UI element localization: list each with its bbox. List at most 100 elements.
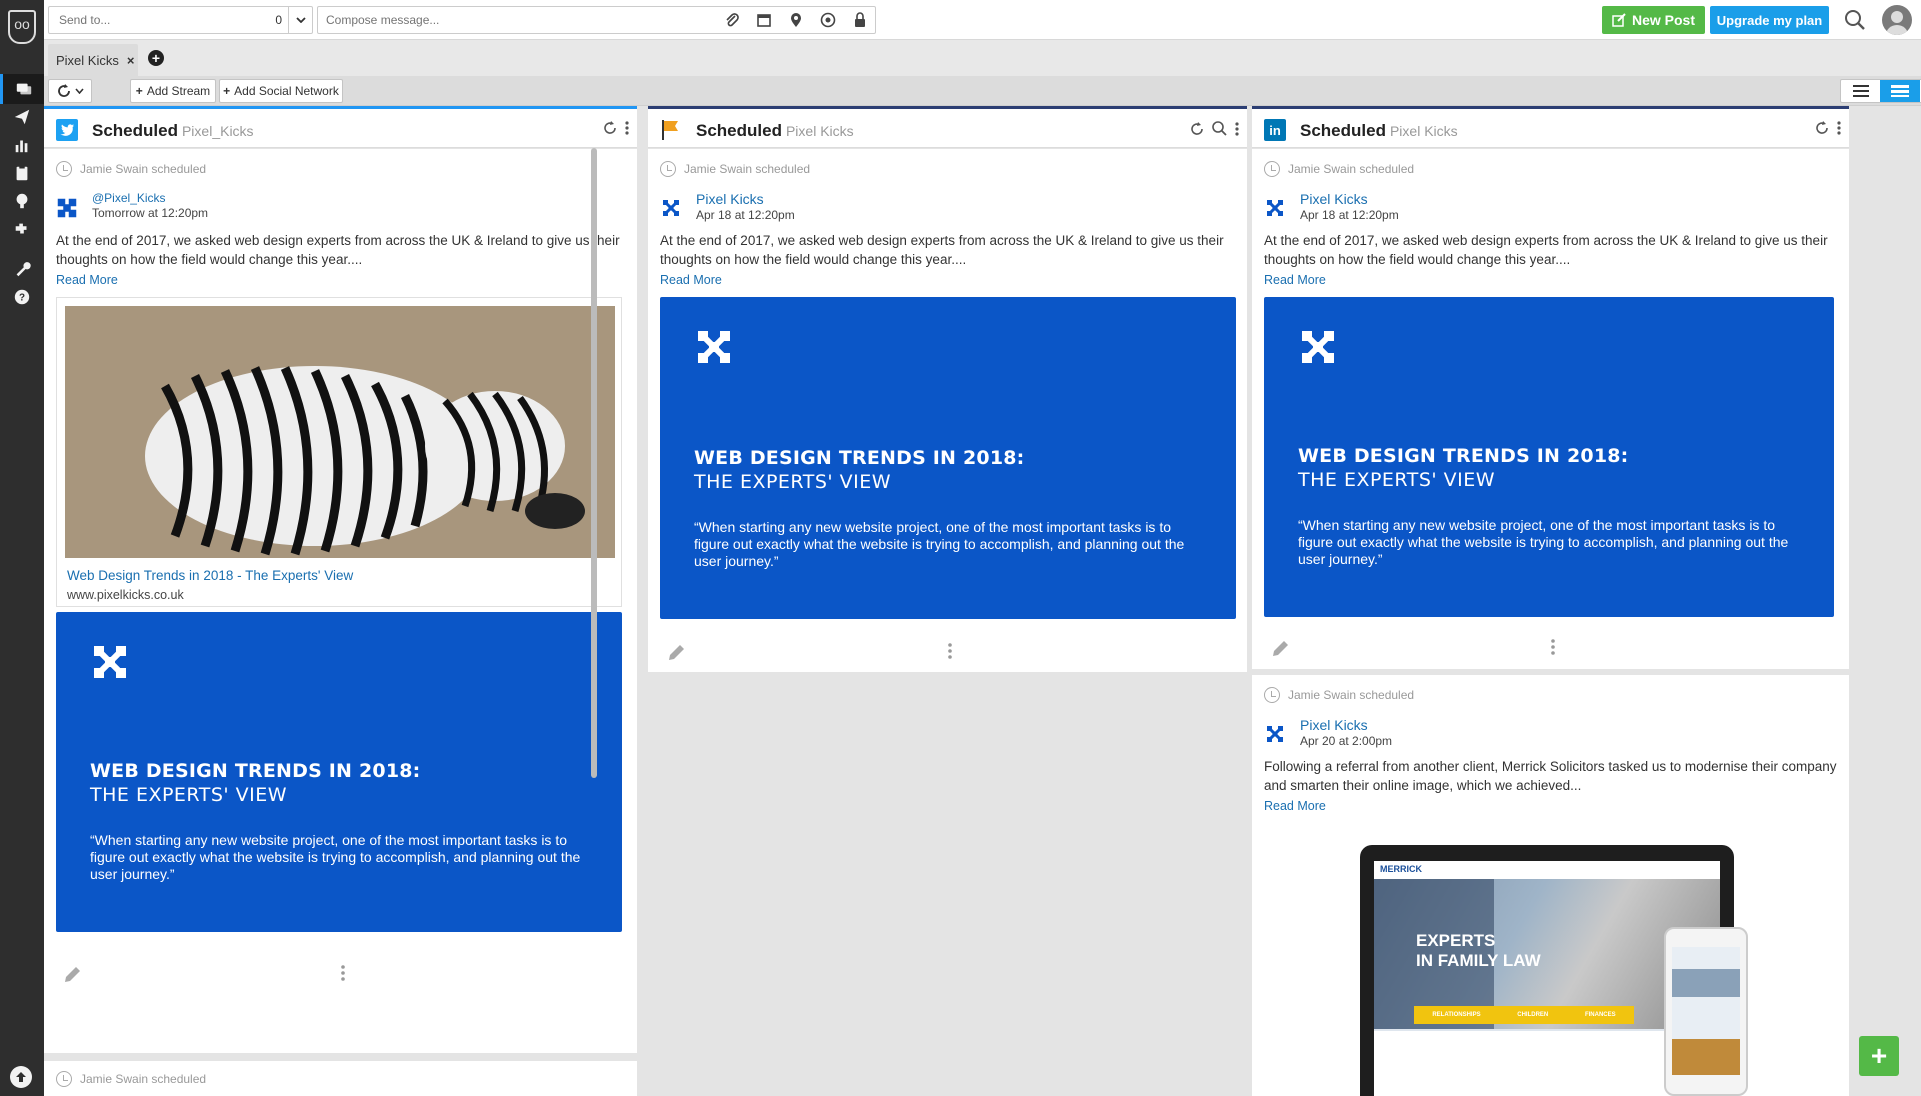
search-icon[interactable] bbox=[1844, 9, 1866, 34]
send-to-input[interactable] bbox=[49, 7, 249, 33]
more-options-icon[interactable] bbox=[1550, 639, 1555, 658]
post-image-web-design-trends[interactable]: WEB DESIGN TRENDS IN 2018: THE EXPERTS' … bbox=[56, 612, 622, 932]
help-nav-icon[interactable]: ? bbox=[0, 282, 44, 312]
refresh-icon[interactable] bbox=[1190, 121, 1204, 139]
refresh-icon[interactable] bbox=[603, 121, 617, 138]
post-text: At the end of 2017, we asked web design … bbox=[56, 233, 620, 267]
stream-column-flag: Scheduled Pixel Kicks Jamie Swain schedul… bbox=[648, 106, 1247, 1096]
campaigns-nav-icon[interactable] bbox=[0, 186, 44, 216]
mockup-headline-1: EXPERTS bbox=[1416, 931, 1496, 950]
pixel-kicks-logo-icon bbox=[57, 198, 77, 218]
add-social-network-button[interactable]: + Add Social Network bbox=[219, 79, 343, 103]
apps-nav-icon[interactable] bbox=[0, 214, 44, 244]
image-subheading: THE EXPERTS' VIEW bbox=[90, 784, 288, 806]
more-options-icon[interactable] bbox=[625, 121, 629, 138]
link-url: www.pixelkicks.co.uk bbox=[67, 588, 184, 602]
column-title: Scheduled Pixel Kicks bbox=[1300, 121, 1458, 141]
refresh-button[interactable] bbox=[48, 79, 92, 103]
post-image-web-design-trends[interactable]: WEB DESIGN TRENDS IN 2018: THE EXPERTS' … bbox=[1264, 297, 1834, 617]
attachment-icon[interactable] bbox=[723, 11, 741, 29]
edit-pencil-icon[interactable] bbox=[62, 965, 82, 988]
post-image-merrick-mockup[interactable]: MERRICK EXPERTS IN FAMILY LAW RELATIONSH… bbox=[1360, 845, 1748, 1096]
scheduled-by-text: Jamie Swain scheduled bbox=[80, 1072, 207, 1086]
medium-view-icon[interactable] bbox=[1880, 80, 1920, 102]
tools-nav-icon[interactable] bbox=[0, 254, 44, 284]
post-profile: Pixel Kicks Apr 18 at 12:20pm bbox=[660, 191, 795, 222]
column-title: Scheduled Pixel_Kicks bbox=[92, 121, 254, 141]
mockup-nav-2: CHILDREN bbox=[1517, 1012, 1549, 1018]
publisher-nav-icon[interactable] bbox=[0, 102, 44, 132]
read-more-link[interactable]: Read More bbox=[1264, 273, 1326, 287]
profile-name[interactable]: Pixel Kicks bbox=[1300, 191, 1399, 207]
scheduled-by-text: Jamie Swain scheduled bbox=[1288, 688, 1415, 702]
upgrade-plan-button[interactable]: Upgrade my plan bbox=[1710, 6, 1829, 34]
profile-name[interactable]: Pixel Kicks bbox=[1300, 717, 1392, 733]
narrow-view-icon[interactable] bbox=[1841, 80, 1880, 102]
compose-field[interactable] bbox=[317, 6, 876, 34]
new-post-label: New Post bbox=[1631, 12, 1695, 28]
more-options-icon[interactable] bbox=[1837, 121, 1841, 138]
location-icon[interactable] bbox=[787, 11, 805, 29]
send-to-field[interactable]: 0 bbox=[48, 6, 313, 34]
twitter-icon bbox=[56, 119, 78, 141]
search-icon[interactable] bbox=[1212, 121, 1227, 139]
image-quote: “When starting any new website project, … bbox=[1298, 517, 1789, 567]
tab-pixel-kicks[interactable]: Pixel Kicks × bbox=[48, 44, 138, 76]
chevron-down-icon[interactable] bbox=[288, 7, 312, 33]
column-subtitle: Pixel_Kicks bbox=[181, 123, 254, 139]
refresh-icon[interactable] bbox=[1815, 121, 1829, 138]
column-title-text: Scheduled bbox=[1300, 121, 1386, 140]
tab-label: Pixel Kicks bbox=[56, 52, 119, 68]
read-more-link[interactable]: Read More bbox=[1264, 799, 1326, 813]
add-social-network-label: Add Social Network bbox=[234, 84, 339, 98]
profile-name[interactable]: @Pixel_Kicks bbox=[92, 191, 208, 205]
add-stream-label: Add Stream bbox=[146, 84, 211, 98]
close-icon[interactable]: × bbox=[127, 53, 135, 68]
clock-icon bbox=[660, 161, 676, 177]
post-image-web-design-trends[interactable]: WEB DESIGN TRENDS IN 2018: THE EXPERTS' … bbox=[660, 297, 1236, 619]
compose-input[interactable] bbox=[318, 7, 698, 33]
post-time: Tomorrow at 12:20pm bbox=[92, 206, 209, 220]
scheduled-by-text: Jamie Swain scheduled bbox=[80, 162, 207, 176]
scheduled-by: Jamie Swain scheduled bbox=[1264, 687, 1414, 703]
more-options-icon[interactable] bbox=[947, 643, 952, 662]
add-stream-button[interactable]: + Add Stream bbox=[130, 79, 216, 103]
clock-icon bbox=[1264, 687, 1280, 703]
more-options-icon[interactable] bbox=[1235, 121, 1239, 139]
lock-icon[interactable] bbox=[851, 11, 869, 29]
analytics-nav-icon[interactable] bbox=[0, 130, 44, 160]
read-more-link[interactable]: Read More bbox=[660, 273, 722, 287]
card-footer bbox=[648, 635, 1247, 671]
add-stream-floating-button[interactable]: + bbox=[1859, 1036, 1899, 1076]
scheduled-by: Jamie Swain scheduled bbox=[56, 161, 206, 177]
owl-logo-icon[interactable]: oo bbox=[8, 10, 36, 44]
column-scrollbar[interactable] bbox=[591, 148, 597, 778]
assignments-nav-icon[interactable] bbox=[0, 158, 44, 188]
avatar[interactable] bbox=[1882, 5, 1912, 35]
image-heading: WEB DESIGN TRENDS IN 2018: bbox=[694, 447, 1025, 469]
new-post-button[interactable]: New Post bbox=[1602, 6, 1705, 34]
pixel-kicks-logo-icon bbox=[663, 200, 679, 216]
more-options-icon[interactable] bbox=[340, 965, 345, 984]
top-bar: 0 New Post Upgrade my plan bbox=[44, 0, 1921, 40]
target-icon[interactable] bbox=[819, 11, 837, 29]
pixel-kicks-logo-icon bbox=[698, 331, 730, 363]
upload-icon[interactable] bbox=[10, 1066, 32, 1088]
post-card: Jamie Swain scheduled @Pixel_Kicks Tomor… bbox=[44, 149, 637, 1053]
chevron-down-icon bbox=[74, 88, 84, 94]
streams-nav-icon[interactable] bbox=[0, 74, 44, 104]
column-header: Scheduled Pixel_Kicks bbox=[44, 106, 637, 148]
link-title[interactable]: Web Design Trends in 2018 - The Experts'… bbox=[67, 568, 353, 583]
post-text: At the end of 2017, we asked web design … bbox=[660, 233, 1224, 267]
post-card: Jamie Swain scheduled Pixel Kicks Apr 18… bbox=[648, 149, 1247, 672]
flag-icon bbox=[660, 119, 682, 141]
profile-name[interactable]: Pixel Kicks bbox=[696, 191, 795, 207]
calendar-icon[interactable] bbox=[755, 11, 773, 29]
read-more-link[interactable]: Read More bbox=[56, 273, 118, 287]
card-footer bbox=[1252, 631, 1849, 667]
add-tab-icon[interactable]: + bbox=[148, 50, 164, 66]
edit-pencil-icon[interactable] bbox=[666, 643, 686, 666]
edit-pencil-icon[interactable] bbox=[1270, 639, 1290, 662]
link-preview[interactable]: Web Design Trends in 2018 - The Experts'… bbox=[56, 297, 622, 607]
stream-toolbar: + Add Stream + Add Social Network bbox=[44, 76, 1921, 106]
